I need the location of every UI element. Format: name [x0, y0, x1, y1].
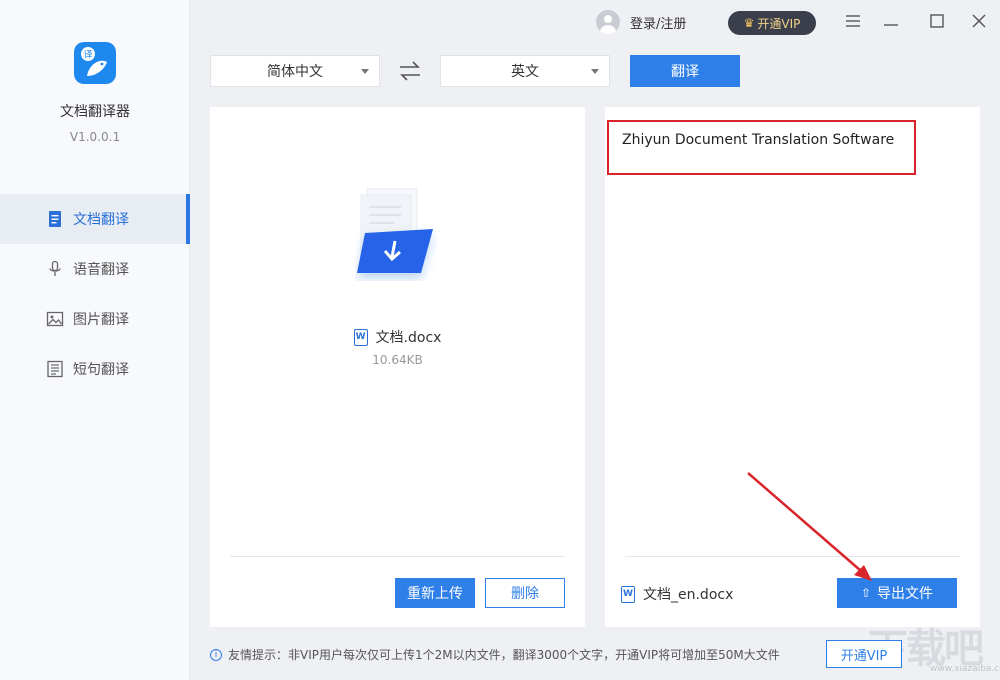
chevron-down-icon [591, 69, 599, 74]
crown-icon: ♛ [743, 16, 755, 30]
info-icon: i [210, 648, 222, 661]
minimize-icon[interactable] [878, 8, 904, 34]
open-vip-button-bottom[interactable]: 开通VIP [826, 640, 902, 668]
login-register-link[interactable]: 登录/注册 [596, 10, 686, 34]
open-vip-button-top[interactable]: ♛ 开通VIP [728, 11, 816, 35]
sidebar-item-label: 图片翻译 [73, 312, 129, 328]
maximize-icon[interactable] [924, 8, 950, 34]
sidebar-item-image-translate[interactable]: 图片翻译 [0, 294, 190, 344]
translate-button[interactable]: 翻译 [630, 55, 740, 87]
image-icon [46, 311, 64, 327]
source-language-select[interactable]: 简体中文 [210, 55, 380, 87]
svg-text:译: 译 [83, 50, 92, 61]
translation-result-text: Zhiyun Document Translation Software [622, 132, 895, 148]
annotation-arrow [747, 472, 872, 581]
chevron-down-icon [361, 69, 369, 74]
sidebar-item-voice-translate[interactable]: 语音翻译 [0, 244, 190, 294]
watermark-url: www.xiazaiba.com [930, 664, 1000, 674]
upload-document-icon[interactable] [355, 185, 437, 281]
sidebar: 译 文档翻译器 V1.0.0.1 文档翻译 语音翻译 图片翻译 短句翻译 [0, 0, 190, 680]
app-logo: 译 [74, 42, 116, 84]
output-file-name: 文档_en.docx [643, 587, 734, 603]
document-icon [49, 211, 61, 227]
delete-button[interactable]: 删除 [485, 578, 565, 608]
sidebar-item-label: 文档翻译 [73, 212, 129, 228]
sidebar-item-sentence-translate[interactable]: 短句翻译 [0, 344, 190, 394]
source-language-value: 简体中文 [267, 64, 323, 80]
vip-label: 开通VIP [757, 16, 801, 31]
reupload-button[interactable]: 重新上传 [395, 578, 475, 608]
export-label: 导出文件 [877, 586, 934, 602]
word-file-icon: W [621, 585, 635, 603]
source-file: W 文档.docx [210, 327, 585, 347]
output-file: W 文档_en.docx [621, 584, 733, 604]
app-name: 文档翻译器 [60, 104, 130, 120]
sidebar-item-label: 语音翻译 [73, 262, 129, 278]
source-file-name: 文档.docx [375, 330, 442, 346]
source-file-panel: W 文档.docx 10.64KB 重新上传 删除 [210, 107, 585, 627]
sidebar-item-document-translate[interactable]: 文档翻译 [0, 194, 190, 244]
word-file-icon: W [353, 328, 368, 346]
app-version: V1.0.0.1 [69, 130, 121, 144]
close-icon[interactable] [966, 8, 992, 34]
tip-message: i 友情提示：非VIP用户每次仅可上传1个2M以内文件，翻译3000个文字，开通… [210, 646, 780, 663]
sidebar-item-label: 短句翻译 [73, 362, 129, 378]
avatar-icon [596, 10, 620, 34]
divider [230, 556, 565, 557]
export-icon: ⇧ [860, 586, 872, 600]
swap-languages-icon[interactable] [398, 60, 422, 82]
text-list-icon [47, 360, 63, 378]
menu-icon[interactable] [840, 8, 866, 34]
source-file-size: 10.64KB [372, 353, 423, 367]
target-language-value: 英文 [511, 64, 539, 80]
login-label: 登录/注册 [630, 16, 687, 32]
tip-text: 友情提示：非VIP用户每次仅可上传1个2M以内文件，翻译3000个文字，开通VI… [228, 648, 780, 662]
microphone-icon [49, 260, 61, 276]
target-language-select[interactable]: 英文 [440, 55, 610, 87]
